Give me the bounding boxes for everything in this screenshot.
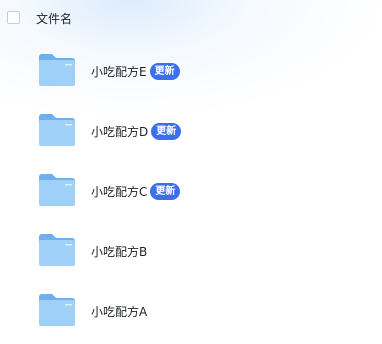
file-row[interactable]: 小吃配方A <box>0 280 382 340</box>
file-name-label: 小吃配方B <box>91 245 148 259</box>
file-name[interactable]: 小吃配方E 更新 <box>91 63 180 81</box>
select-all-checkbox[interactable] <box>7 11 20 24</box>
file-name-label: 小吃配方D <box>91 125 149 139</box>
update-badge: 更新 <box>149 63 180 80</box>
file-row[interactable]: 小吃配方C 更新 <box>0 160 382 220</box>
folder-icon <box>38 293 76 327</box>
folder-icon <box>38 173 76 207</box>
file-name[interactable]: 小吃配方C 更新 <box>91 183 181 201</box>
file-row[interactable]: 小吃配方D 更新 <box>0 100 382 160</box>
update-badge: 更新 <box>150 183 181 200</box>
folder-icon <box>38 53 76 87</box>
column-header-filename[interactable]: 文件名 <box>36 11 72 27</box>
file-name-label: 小吃配方A <box>91 305 148 319</box>
file-name-label: 小吃配方C <box>91 185 148 199</box>
folder-icon <box>38 233 76 267</box>
file-name[interactable]: 小吃配方D 更新 <box>91 123 182 141</box>
file-row[interactable]: 小吃配方E 更新 <box>0 40 382 100</box>
file-list-header: 文件名 <box>0 0 382 40</box>
file-name[interactable]: 小吃配方A <box>91 304 147 320</box>
file-row[interactable]: 小吃配方B <box>0 220 382 280</box>
file-name-label: 小吃配方E <box>91 65 147 79</box>
update-badge: 更新 <box>151 123 182 140</box>
folder-icon <box>38 113 76 147</box>
file-name[interactable]: 小吃配方B <box>91 244 147 260</box>
